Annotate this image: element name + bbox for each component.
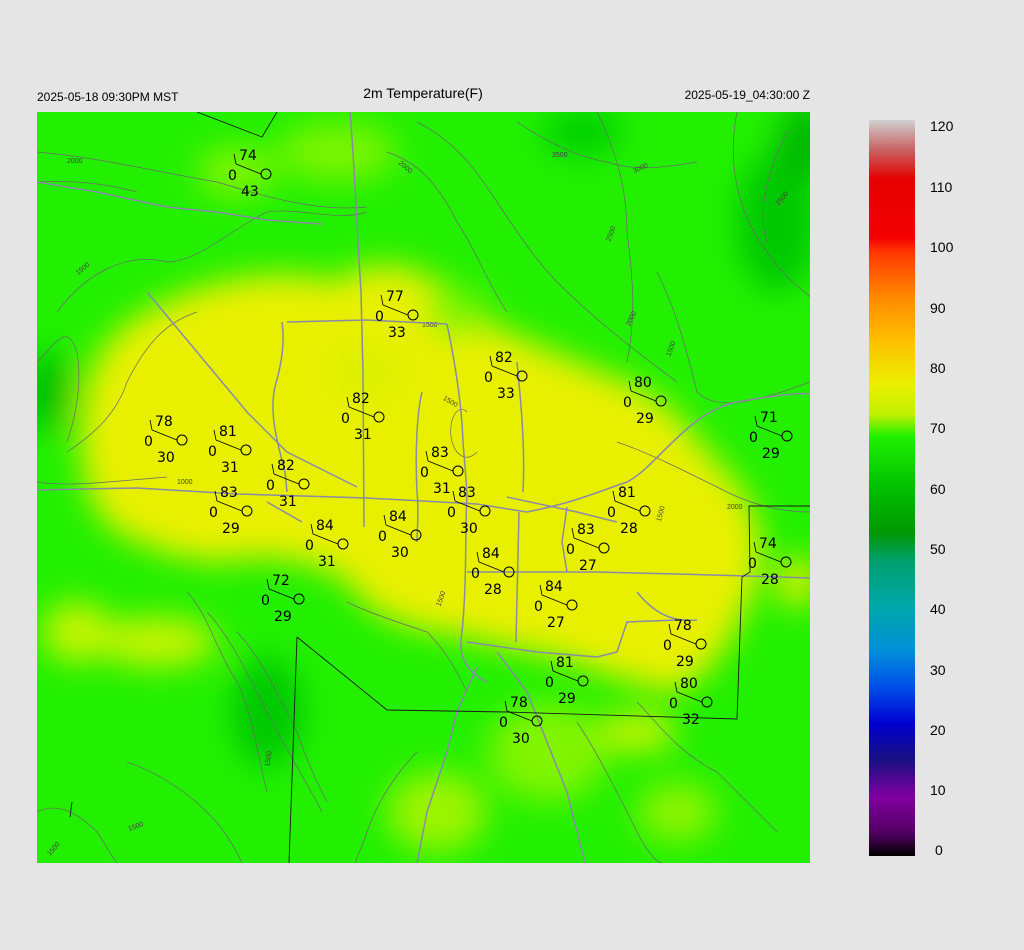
station-temp: 83 bbox=[458, 485, 476, 501]
station-temp: 78 bbox=[674, 618, 692, 634]
station-temp: 74 bbox=[239, 148, 257, 164]
station-dewpoint: 33 bbox=[388, 325, 406, 341]
contour-label: 2000 bbox=[727, 504, 743, 511]
station-dewpoint: 30 bbox=[460, 521, 478, 537]
station-dewpoint: 29 bbox=[222, 521, 240, 537]
station-temp: 72 bbox=[272, 573, 290, 589]
station-temp: 83 bbox=[431, 445, 449, 461]
colorbar-label: 90 bbox=[930, 300, 946, 316]
station-temp: 84 bbox=[545, 579, 563, 595]
colorbar-label: 100 bbox=[930, 239, 954, 255]
station-wind: 0 bbox=[375, 309, 384, 325]
station-wind: 0 bbox=[484, 370, 493, 386]
station-dewpoint: 27 bbox=[547, 615, 565, 631]
temperature-map: 2000 2000 3500 3000 1500 2500 2000 1500 … bbox=[37, 112, 810, 863]
utc-time-label: 2025-05-19_04:30:00 Z bbox=[684, 88, 810, 102]
colorbar-label: 70 bbox=[930, 420, 946, 436]
station-dewpoint: 29 bbox=[274, 609, 292, 625]
colorbar-label: 110 bbox=[930, 179, 953, 195]
station-temp: 71 bbox=[760, 410, 778, 426]
station-wind: 0 bbox=[623, 395, 632, 411]
station-wind: 0 bbox=[607, 505, 616, 521]
station-temp: 81 bbox=[219, 424, 237, 440]
station-wind: 0 bbox=[341, 411, 350, 427]
station-dewpoint: 27 bbox=[579, 558, 597, 574]
station-temp: 74 bbox=[759, 536, 777, 552]
station-wind: 0 bbox=[669, 696, 678, 712]
temperature-field bbox=[37, 112, 810, 863]
station-wind: 0 bbox=[144, 434, 153, 450]
colorbar bbox=[869, 120, 915, 856]
contour-label: 1000 bbox=[177, 479, 193, 486]
station-temp: 78 bbox=[155, 414, 173, 430]
station-dewpoint: 30 bbox=[157, 450, 175, 466]
colorbar-label: 10 bbox=[930, 782, 946, 798]
colorbar-label: 40 bbox=[930, 601, 946, 617]
station-temp: 81 bbox=[618, 485, 636, 501]
station-wind: 0 bbox=[545, 675, 554, 691]
station-wind: 0 bbox=[566, 542, 575, 558]
station-wind: 0 bbox=[499, 715, 508, 731]
station-dewpoint: 30 bbox=[512, 731, 530, 747]
station-dewpoint: 30 bbox=[391, 545, 409, 561]
station-temp: 83 bbox=[220, 485, 238, 501]
station-dewpoint: 43 bbox=[241, 184, 259, 200]
station-dewpoint: 31 bbox=[318, 554, 336, 570]
colorbar-label: 60 bbox=[930, 481, 946, 497]
station-temp: 82 bbox=[495, 350, 513, 366]
colorbar-label: 80 bbox=[930, 360, 946, 376]
station-dewpoint: 28 bbox=[484, 582, 502, 598]
station-dewpoint: 28 bbox=[761, 572, 779, 588]
station-temp: 83 bbox=[577, 522, 595, 538]
station-dewpoint: 29 bbox=[762, 446, 780, 462]
colorbar-label: 20 bbox=[930, 722, 946, 738]
station-wind: 0 bbox=[266, 478, 275, 494]
station-wind: 0 bbox=[471, 566, 480, 582]
contour-label: 2000 bbox=[67, 158, 83, 165]
station-wind: 0 bbox=[208, 444, 217, 460]
station-dewpoint: 29 bbox=[676, 654, 694, 670]
station-dewpoint: 33 bbox=[497, 386, 515, 402]
station-dewpoint: 31 bbox=[354, 427, 372, 443]
station-wind: 0 bbox=[378, 529, 387, 545]
colorbar-label: 50 bbox=[930, 541, 946, 557]
station-wind: 0 bbox=[305, 538, 314, 554]
station-wind: 0 bbox=[209, 505, 218, 521]
station-dewpoint: 32 bbox=[682, 712, 700, 728]
station-temp: 77 bbox=[386, 289, 404, 305]
station-temp: 84 bbox=[316, 518, 334, 534]
station-dewpoint: 31 bbox=[221, 460, 239, 476]
station-dewpoint: 29 bbox=[636, 411, 654, 427]
colorbar-label: 0 bbox=[935, 842, 943, 858]
station-dewpoint: 28 bbox=[620, 521, 638, 537]
colorbar-label: 120 bbox=[930, 118, 954, 134]
station-temp: 81 bbox=[556, 655, 574, 671]
station-wind: 0 bbox=[748, 556, 757, 572]
station-dewpoint: 29 bbox=[558, 691, 576, 707]
station-temp: 84 bbox=[389, 509, 407, 525]
station-wind: 0 bbox=[663, 638, 672, 654]
station-dewpoint: 31 bbox=[279, 494, 297, 510]
station-wind: 0 bbox=[420, 465, 429, 481]
colorbar-label: 30 bbox=[930, 662, 946, 678]
station-wind: 0 bbox=[228, 168, 237, 184]
station-wind: 0 bbox=[749, 430, 758, 446]
station-wind: 0 bbox=[534, 599, 543, 615]
contour-label: 3500 bbox=[552, 152, 568, 159]
station-temp: 84 bbox=[482, 546, 500, 562]
station-temp: 82 bbox=[277, 458, 295, 474]
station-wind: 0 bbox=[447, 505, 456, 521]
station-dewpoint: 31 bbox=[433, 481, 451, 497]
station-temp: 80 bbox=[634, 375, 652, 391]
station-wind: 0 bbox=[261, 593, 270, 609]
station-temp: 80 bbox=[680, 676, 698, 692]
station-temp: 82 bbox=[352, 391, 370, 407]
station-temp: 78 bbox=[510, 695, 528, 711]
